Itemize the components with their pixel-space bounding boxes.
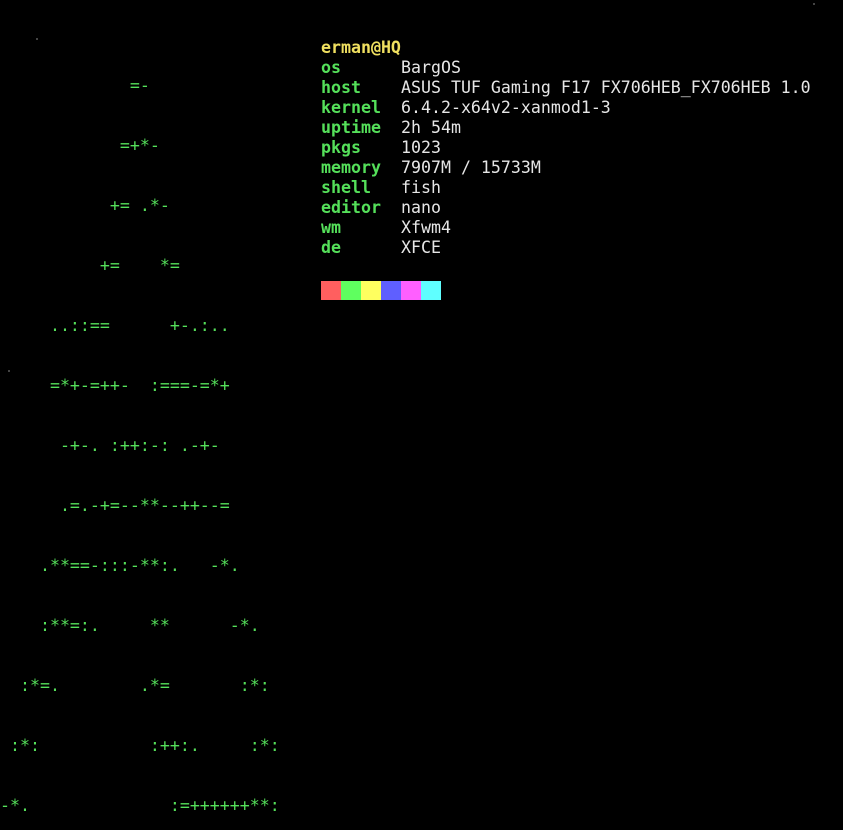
- info-value: fish: [401, 178, 441, 197]
- user-host: erman@HQ: [321, 38, 401, 57]
- info-key: os: [321, 58, 341, 77]
- info-value: 1023: [401, 138, 441, 157]
- ascii-line: :**=:. ** -*.: [0, 616, 260, 635]
- ascii-line: ..::== +-.:..: [0, 316, 230, 335]
- dot-top-right: [813, 3, 815, 5]
- info-key: uptime: [321, 118, 381, 137]
- info-value: XFCE: [401, 238, 441, 257]
- ascii-logo: =- =+*- += .*- += *= ..::== +-.:.. =*+-=…: [0, 36, 280, 830]
- ascii-line: += *=: [0, 256, 180, 275]
- info-key: shell: [321, 178, 371, 197]
- info-row-uptime: uptime 2h 54m: [321, 118, 811, 138]
- info-value: 2h 54m: [401, 118, 461, 137]
- info-key: wm: [321, 218, 341, 237]
- info-key: editor: [321, 198, 381, 217]
- info-key: memory: [321, 158, 381, 177]
- color-swatch-green: [341, 281, 361, 300]
- ascii-line: =-: [0, 76, 150, 95]
- info-value: BargOS: [401, 58, 461, 77]
- info-row-editor: editor nano: [321, 198, 811, 218]
- info-row-os: os BargOS: [321, 58, 811, 78]
- color-swatch-yellow: [361, 281, 381, 300]
- info-row-pkgs: pkgs 1023: [321, 138, 811, 158]
- info-row-de: de XFCE: [321, 238, 811, 258]
- ascii-line: .**==-:::-**:. -*.: [0, 556, 240, 575]
- info-value: nano: [401, 198, 441, 217]
- system-info: erman@HQ os BargOS host ASUS TUF Gaming F1…: [321, 38, 811, 258]
- color-palette: [321, 281, 441, 300]
- ascii-line: =*+-=++- :===-=*+: [0, 376, 230, 395]
- info-key: de: [321, 238, 341, 257]
- info-key: kernel: [321, 98, 381, 117]
- ascii-line: :*=. .*= :*:: [0, 676, 270, 695]
- ascii-line: -+-. :++:-: .-+-: [0, 436, 220, 455]
- info-row-kernel: kernel 6.4.2-x64v2-xanmod1-3: [321, 98, 811, 118]
- info-value: ASUS TUF Gaming F17 FX706HEB_FX706HEB 1.…: [401, 78, 811, 97]
- info-row-wm: wm Xfwm4: [321, 218, 811, 238]
- info-value: 7907M / 15733M: [401, 158, 541, 177]
- color-swatch-cyan: [421, 281, 441, 300]
- ascii-line: -*. :=++++++**:: [0, 796, 280, 815]
- ascii-line: .=.-+=--**--++--=: [0, 496, 230, 515]
- info-key: host: [321, 78, 361, 97]
- info-row-memory: memory 7907M / 15733M: [321, 158, 811, 178]
- info-value: Xfwm4: [401, 218, 451, 237]
- ascii-line: += .*-: [0, 196, 170, 215]
- color-swatch-red: [321, 281, 341, 300]
- color-swatch-magenta: [401, 281, 421, 300]
- ascii-line: :*: :++:. :*:: [0, 736, 280, 755]
- color-swatch-blue: [381, 281, 401, 300]
- info-row-shell: shell fish: [321, 178, 811, 198]
- info-key: pkgs: [321, 138, 361, 157]
- info-value: 6.4.2-x64v2-xanmod1-3: [401, 98, 611, 117]
- info-row-host: host ASUS TUF Gaming F17 FX706HEB_FX706HE…: [321, 78, 811, 98]
- ascii-line: =+*-: [0, 136, 160, 155]
